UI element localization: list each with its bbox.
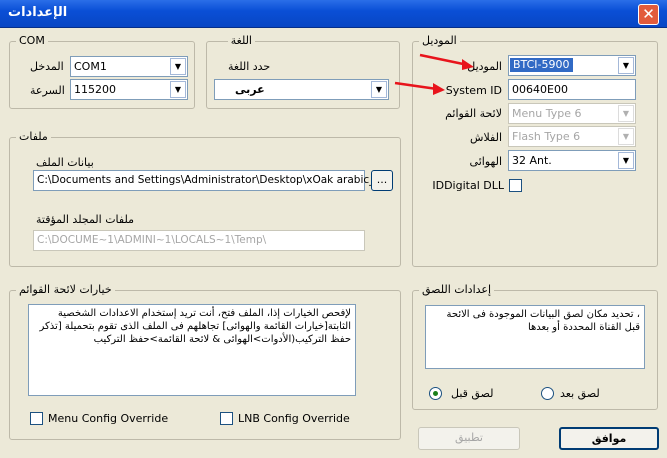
flash-label: الفلاش — [470, 131, 502, 144]
speed-value: 115200 — [74, 83, 116, 96]
settings-dialog: الإعدادات ✕ COM المدخل COM1 ▼ السرعة 115… — [0, 0, 667, 458]
model-legend: الموديل — [419, 34, 460, 48]
ok-button[interactable]: موافق — [559, 427, 659, 450]
radio-selected-dot — [433, 391, 438, 396]
file-data-label: بيانات الملف — [36, 156, 94, 169]
lnb-config-override-label: LNB Config Override — [238, 412, 350, 425]
annotation-arrow-system-id — [394, 81, 445, 95]
com-legend: COM — [16, 34, 48, 48]
antenna-select[interactable]: 32 Ant. ▼ — [508, 150, 636, 171]
menu-config-override-label: Menu Config Override — [48, 412, 169, 425]
language-legend: اللغة — [227, 34, 255, 48]
paste-before-label: لصق قبل — [451, 387, 494, 400]
iddigital-checkbox[interactable] — [509, 179, 522, 192]
menu-options-description[interactable]: لإفحص الخيارات إذا، الملف فتح، أنت تريد … — [28, 304, 356, 396]
chevron-down-icon: ▼ — [618, 57, 634, 74]
port-label: المدخل — [30, 60, 64, 73]
language-select[interactable]: عربى ▼ — [214, 79, 389, 100]
file-path-value: C:\Documents and Settings\Administrator\… — [37, 174, 375, 186]
paste-before-radio[interactable] — [429, 387, 442, 400]
paste-after-radio[interactable] — [541, 387, 554, 400]
speed-label: السرعة — [30, 84, 65, 97]
temp-folder-label: ملفات المجلد المؤقتة — [36, 213, 135, 226]
temp-path-value: C:\DOCUME~1\ADMINI~1\LOCALS~1\Temp\ — [37, 234, 267, 246]
chevron-down-icon: ▼ — [618, 105, 634, 122]
port-select[interactable]: COM1 ▼ — [70, 56, 188, 77]
menu-list-label: لائحة القوائم — [445, 107, 502, 120]
browse-button[interactable]: ... — [371, 170, 393, 191]
system-id-value: 00640E00 — [512, 83, 568, 96]
antenna-value: 32 Ant. — [512, 154, 552, 167]
lnb-config-override-checkbox[interactable] — [220, 412, 233, 425]
temp-path-field: C:\DOCUME~1\ADMINI~1\LOCALS~1\Temp\ — [33, 230, 365, 251]
chevron-down-icon: ▼ — [618, 152, 634, 169]
menu-type-select: Menu Type 6 ▼ — [508, 103, 636, 124]
flash-type-value: Flash Type 6 — [512, 130, 581, 143]
speed-select[interactable]: 115200 ▼ — [70, 79, 188, 100]
model-value: BTCI-5900 — [510, 58, 573, 72]
files-legend: ملفات — [16, 130, 51, 144]
menu-config-override-checkbox[interactable] — [30, 412, 43, 425]
menu-type-value: Menu Type 6 — [512, 107, 582, 120]
chevron-down-icon: ▼ — [371, 81, 387, 98]
paste-settings-legend: إعدادات اللصق — [419, 283, 495, 297]
close-button[interactable]: ✕ — [638, 4, 659, 25]
close-icon: ✕ — [642, 5, 655, 23]
chevron-down-icon: ▼ — [618, 128, 634, 145]
annotation-arrow-model — [419, 53, 474, 70]
file-path-field[interactable]: C:\Documents and Settings\Administrator\… — [33, 170, 374, 191]
system-id-field[interactable]: 00640E00 — [508, 79, 636, 100]
antenna-label: الهوائى — [469, 155, 502, 168]
chevron-down-icon: ▼ — [170, 81, 186, 98]
language-value: عربى — [235, 83, 265, 96]
model-select[interactable]: BTCI-5900 ▼ — [508, 55, 636, 76]
chevron-down-icon: ▼ — [170, 58, 186, 75]
window-title: الإعدادات — [8, 5, 68, 20]
language-select-label: حدد اللغة — [228, 60, 271, 73]
apply-button: تطبيق — [418, 427, 520, 450]
menu-options-legend: خيارات لائحة القوائم — [16, 283, 115, 297]
iddigital-label: IDDigital DLL — [432, 179, 504, 192]
port-value: COM1 — [74, 60, 107, 73]
paste-description[interactable]: ، تحديد مكان لصق البيانات الموجودة فى ال… — [425, 305, 645, 369]
title-bar: الإعدادات ✕ — [0, 0, 667, 28]
paste-after-label: لصق بعد — [560, 387, 600, 400]
flash-type-select: Flash Type 6 ▼ — [508, 126, 636, 147]
